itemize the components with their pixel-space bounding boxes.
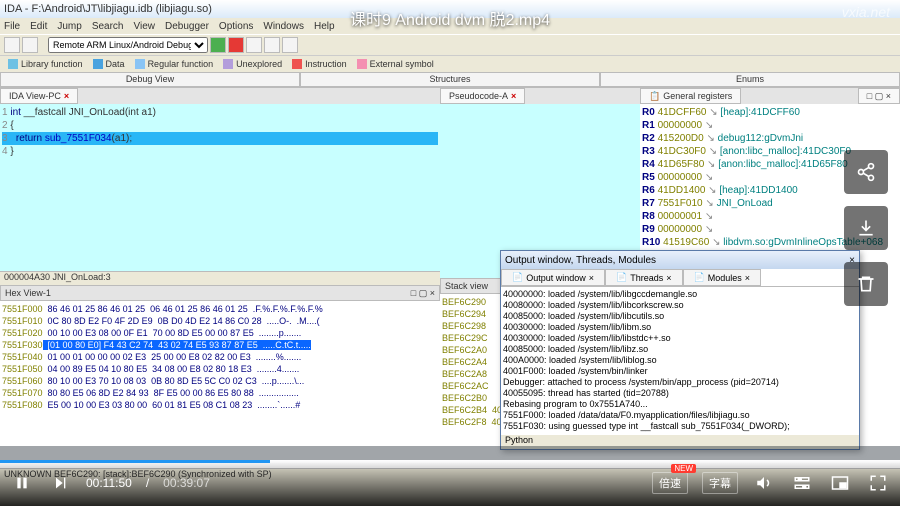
right-panel-tabs: 📋 General registers □ ▢ ×: [640, 88, 900, 104]
legend-bar: Library function Data Regular function U…: [0, 56, 900, 72]
pip-button[interactable]: [828, 471, 852, 495]
time-total: 00:39:07: [163, 476, 210, 490]
step-into-icon[interactable]: [264, 37, 280, 53]
tab-modules[interactable]: 📄 Modules ×: [683, 269, 762, 286]
tab-debug-view[interactable]: Debug View: [0, 72, 300, 87]
share-button[interactable]: [844, 150, 888, 194]
download-button[interactable]: [844, 206, 888, 250]
tab-structures[interactable]: Structures: [300, 72, 600, 87]
video-controls[interactable]: 00:11:50 / 00:39:07 倍速 NEW 字幕: [0, 460, 900, 506]
new-badge: NEW: [671, 464, 696, 473]
hex-view[interactable]: 7551F000 86 46 01 25 86 46 01 25 06 46 0…: [0, 301, 440, 468]
legend-inst: Instruction: [292, 59, 347, 70]
stop-icon[interactable]: [228, 37, 244, 53]
tab-threads[interactable]: 📄 Threads ×: [605, 269, 683, 286]
legend-data: Data: [93, 59, 125, 70]
mid-panel-tabs: Pseudocode-A×: [440, 88, 640, 104]
subtitle-button[interactable]: 字幕: [702, 472, 738, 494]
output-body[interactable]: 40000000: loaded /system/lib/libgccdeman…: [501, 287, 859, 435]
output-titlebar[interactable]: Output window, Threads, Modules ×: [501, 251, 859, 269]
settings-button[interactable]: [790, 471, 814, 495]
hex-view-title[interactable]: Hex View-1 □ ▢ ×: [0, 285, 440, 301]
left-panel-tabs: IDA View-PC×: [0, 88, 440, 104]
speed-button[interactable]: 倍速 NEW: [652, 472, 688, 494]
tab-enums[interactable]: Enums: [600, 72, 900, 87]
close-icon[interactable]: ×: [64, 91, 69, 101]
tab-registers[interactable]: 📋 General registers: [640, 88, 741, 104]
delete-button[interactable]: [844, 262, 888, 306]
debugger-select[interactable]: Remote ARM Linux/Android Debugger: [48, 37, 208, 53]
pseudo-status: 000004A30 JNI_OnLoad:3: [0, 271, 440, 285]
time-current: 00:11:50: [86, 476, 132, 490]
toolbar-open-icon[interactable]: [4, 37, 20, 53]
close-icon[interactable]: ×: [511, 91, 516, 101]
play-button[interactable]: [10, 471, 34, 495]
toolbar-save-icon[interactable]: [22, 37, 38, 53]
panel-controls[interactable]: □ ▢ ×: [411, 288, 435, 299]
pseudocode-view[interactable]: 1 int __fastcall JNI_OnLoad(int a1)2 {3 …: [0, 104, 440, 271]
tab-output[interactable]: 📄 Output window ×: [501, 269, 605, 286]
output-tabs: 📄 Output window × 📄 Threads × 📄 Modules …: [501, 269, 859, 287]
volume-button[interactable]: [752, 471, 776, 495]
step-out-icon[interactable]: [282, 37, 298, 53]
next-button[interactable]: [48, 471, 72, 495]
legend-unex: Unexplored: [223, 59, 282, 70]
video-title: 课时9 Android dvm 脱2.mp4: [0, 6, 900, 30]
panel-controls[interactable]: □ ▢ ×: [858, 88, 900, 104]
fullscreen-button[interactable]: [866, 471, 890, 495]
progress-bar[interactable]: [0, 460, 900, 463]
legend-reg: Regular function: [135, 59, 214, 70]
run-icon[interactable]: [210, 37, 226, 53]
windows-taskbar[interactable]: [0, 446, 900, 460]
output-window[interactable]: Output window, Threads, Modules × 📄 Outp…: [500, 250, 860, 450]
top-tabstrip: Debug View Structures Enums: [0, 72, 900, 88]
time-sep: /: [146, 476, 149, 490]
tab-pseudocode[interactable]: Pseudocode-A×: [440, 88, 525, 104]
legend-ext: External symbol: [357, 59, 434, 70]
tab-ida-view[interactable]: IDA View-PC×: [0, 88, 78, 104]
left-column: IDA View-PC× 1 int __fastcall JNI_OnLoad…: [0, 88, 440, 468]
legend-lib: Library function: [8, 59, 83, 70]
ida-toolbar: Remote ARM Linux/Android Debugger: [0, 34, 900, 56]
side-toolbar: [844, 150, 888, 306]
step-over-icon[interactable]: [246, 37, 262, 53]
